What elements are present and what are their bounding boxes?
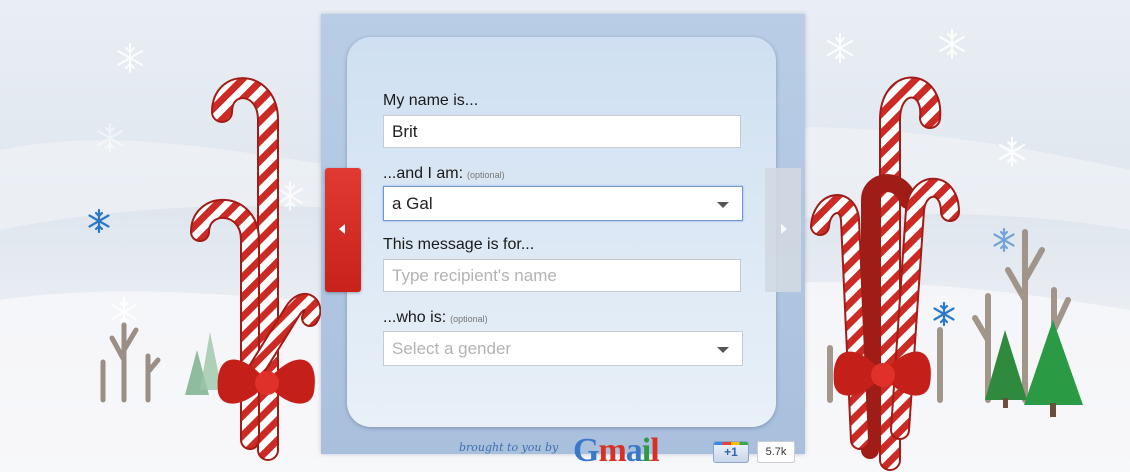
- optional-hint: (optional): [467, 170, 505, 180]
- plus-one-button[interactable]: +1: [713, 441, 749, 463]
- recipient-label: This message is for...: [383, 236, 535, 253]
- brought-by-text: brought to you by: [459, 441, 559, 454]
- caret-down-icon: [717, 202, 729, 208]
- plus-one-count: 5.7k: [757, 441, 795, 463]
- recipient-gender-select[interactable]: Select a gender: [383, 331, 743, 366]
- gmail-logo[interactable]: Gmail: [573, 431, 660, 471]
- chevron-right-icon: [781, 224, 787, 234]
- recipient-gender-label: ...who is: (optional): [383, 309, 488, 327]
- recipient-gender-label-text: ...who is:: [383, 309, 447, 326]
- recipient-name-input[interactable]: [383, 259, 741, 292]
- name-label: My name is...: [383, 92, 479, 109]
- previous-button[interactable]: [325, 168, 361, 292]
- recipient-gender-placeholder: Select a gender: [392, 339, 512, 358]
- sender-gender-label: ...and I am: (optional): [383, 165, 505, 183]
- next-button[interactable]: [765, 168, 801, 292]
- plus-one-color-bar: [714, 442, 748, 445]
- chevron-left-icon: [339, 224, 345, 234]
- name-input[interactable]: [383, 115, 741, 148]
- optional-hint: (optional): [450, 314, 488, 324]
- plus-one-label: +1: [724, 445, 738, 459]
- sender-gender-label-text: ...and I am:: [383, 165, 464, 182]
- caret-down-icon: [717, 347, 729, 353]
- sender-gender-value: a Gal: [392, 194, 433, 213]
- sender-gender-select[interactable]: a Gal: [383, 186, 743, 221]
